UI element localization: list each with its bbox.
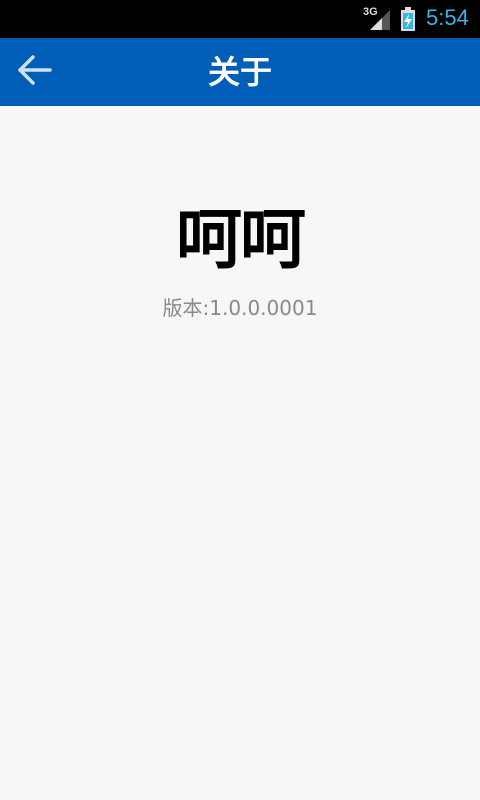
about-content: 呵呵 版本:1.0.0.0001: [0, 106, 480, 800]
signal-icon: [368, 8, 392, 34]
page-title: 关于: [207, 53, 272, 91]
battery-charging-icon: [400, 7, 416, 35]
version-text: 版本:1.0.0.0001: [162, 296, 318, 320]
status-bar: 3G 5:54: [0, 0, 480, 38]
app-name: 呵呵: [176, 201, 306, 278]
status-time: 5:54: [426, 5, 469, 30]
action-bar: 关于: [0, 38, 480, 106]
